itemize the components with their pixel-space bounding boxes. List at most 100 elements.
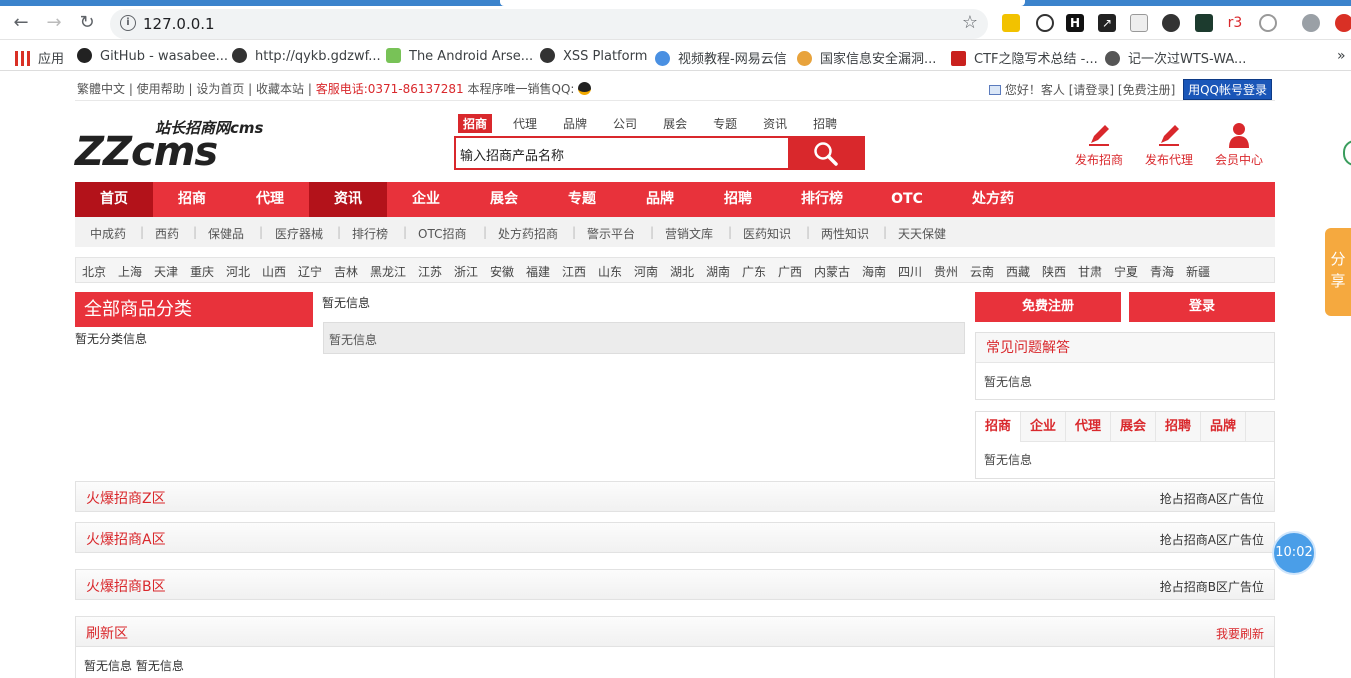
reload-icon[interactable]: ↻: [74, 10, 100, 36]
search-tab-zhaopin[interactable]: 招聘: [808, 114, 842, 133]
member-center-button[interactable]: 会员中心: [1209, 122, 1269, 168]
region-link[interactable]: 湖北: [670, 263, 694, 280]
region-link[interactable]: 山西: [262, 263, 286, 280]
update-icon[interactable]: [1335, 14, 1351, 32]
qq-login-button[interactable]: 用QQ帐号登录: [1183, 79, 1272, 100]
region-link[interactable]: 河南: [634, 263, 658, 280]
search-input[interactable]: 输入招商产品名称: [460, 145, 564, 164]
top-links-text[interactable]: 繁體中文 | 使用帮助 | 设为首页 | 收藏本站 |: [77, 82, 312, 96]
profile-avatar-icon[interactable]: [1302, 14, 1320, 32]
nav-home[interactable]: 首页: [75, 182, 153, 217]
side-widget-edge[interactable]: [1343, 140, 1351, 166]
bookmark-netease[interactable]: 视频教程-网易云信: [655, 48, 787, 67]
translate-icon[interactable]: [1130, 14, 1148, 32]
info-tab[interactable]: 招聘: [1156, 412, 1201, 442]
share-tab[interactable]: 分享: [1325, 228, 1351, 316]
region-link[interactable]: 海南: [862, 263, 886, 280]
bookmarks-overflow-icon[interactable]: »: [1337, 48, 1346, 64]
zone-ad-link[interactable]: 抢占招商A区广告位: [1160, 531, 1264, 548]
subnav-item[interactable]: 营销文库: [665, 225, 713, 242]
subnav-item[interactable]: 保健品: [208, 225, 244, 242]
zone-title[interactable]: 火爆招商Z区: [86, 488, 166, 508]
bookmark-xss[interactable]: XSS Platform: [540, 48, 647, 64]
region-link[interactable]: 浙江: [454, 263, 478, 280]
all-categories-header[interactable]: 全部商品分类: [75, 292, 313, 327]
subnav-item[interactable]: 排行榜: [352, 225, 388, 242]
subnav-item[interactable]: 西药: [155, 225, 179, 242]
nav-daili[interactable]: 代理: [231, 182, 309, 217]
bookmark-vuln[interactable]: 国家信息安全漏洞...: [797, 48, 936, 67]
region-link[interactable]: 辽宁: [298, 263, 322, 280]
info-icon[interactable]: i: [120, 15, 136, 31]
subnav-item[interactable]: OTC招商: [418, 225, 466, 242]
extension-icon[interactable]: [1259, 14, 1277, 32]
nav-chufangyao[interactable]: 处方药: [947, 182, 1039, 217]
search-tab-zhanhui[interactable]: 展会: [658, 114, 692, 133]
region-link[interactable]: 广东: [742, 263, 766, 280]
post-zhaoshang-button[interactable]: 发布招商: [1069, 122, 1129, 168]
bookmark-android[interactable]: The Android Arse...: [386, 48, 533, 64]
login-button[interactable]: 登录: [1129, 292, 1275, 322]
address-bar[interactable]: i 127.0.0.1 ☆: [110, 9, 988, 39]
bookmark-apps[interactable]: 应用: [15, 48, 64, 67]
region-link[interactable]: 福建: [526, 263, 550, 280]
region-link[interactable]: 北京: [82, 263, 106, 280]
info-tab[interactable]: 招商: [976, 412, 1021, 442]
refresh-link[interactable]: 我要刷新: [1216, 625, 1264, 642]
region-link[interactable]: 山东: [598, 263, 622, 280]
extension-icon[interactable]: [1036, 14, 1054, 32]
greeting-text[interactable]: 您好！客人 [请登录] [免费注册]: [1005, 83, 1175, 97]
subnav-item[interactable]: 两性知识: [821, 225, 869, 242]
info-tab[interactable]: 代理: [1066, 412, 1111, 442]
forward-icon[interactable]: →: [41, 10, 67, 36]
nav-zhuanti[interactable]: 专题: [543, 182, 621, 217]
bookmark-star-icon[interactable]: ☆: [962, 12, 978, 33]
active-tab[interactable]: [500, 0, 1025, 6]
subnav-item[interactable]: 中成药: [90, 225, 126, 242]
region-link[interactable]: 四川: [898, 263, 922, 280]
bookmark-wts[interactable]: 记一次过WTS-WA...: [1105, 48, 1246, 67]
region-link[interactable]: 吉林: [334, 263, 358, 280]
nav-otc[interactable]: OTC: [867, 182, 947, 217]
nav-zhaopin[interactable]: 招聘: [699, 182, 777, 217]
site-logo[interactable]: ZZcms 站长招商网cms: [75, 117, 275, 175]
nav-pinpai[interactable]: 品牌: [621, 182, 699, 217]
bookmark-github[interactable]: GitHub - wasabee...: [77, 48, 228, 64]
nav-zixun[interactable]: 资讯: [309, 182, 387, 217]
subnav-item[interactable]: 医药知识: [743, 225, 791, 242]
nav-zhaoshang[interactable]: 招商: [153, 182, 231, 217]
nav-qiye[interactable]: 企业: [387, 182, 465, 217]
region-link[interactable]: 甘肃: [1078, 263, 1102, 280]
region-link[interactable]: 西藏: [1006, 263, 1030, 280]
search-tab-pinpai[interactable]: 品牌: [558, 114, 592, 133]
region-link[interactable]: 湖南: [706, 263, 730, 280]
qq-penguin-icon[interactable]: [578, 82, 592, 95]
extension-icon[interactable]: ↗: [1098, 14, 1116, 32]
subnav-item[interactable]: 处方药招商: [498, 225, 558, 242]
region-link[interactable]: 天津: [154, 263, 178, 280]
zone-ad-link[interactable]: 抢占招商B区广告位: [1160, 578, 1264, 595]
region-link[interactable]: 内蒙古: [814, 263, 850, 280]
region-link[interactable]: 贵州: [934, 263, 958, 280]
region-link[interactable]: 安徽: [490, 263, 514, 280]
register-button[interactable]: 免费注册: [975, 292, 1121, 322]
search-tab-daili[interactable]: 代理: [508, 114, 542, 133]
search-tab-zhuanti[interactable]: 专题: [708, 114, 742, 133]
extension-r3-icon[interactable]: r3: [1226, 14, 1244, 32]
info-tab[interactable]: 品牌: [1201, 412, 1246, 442]
zone-ad-link[interactable]: 抢占招商A区广告位: [1160, 490, 1264, 507]
region-link[interactable]: 江苏: [418, 263, 442, 280]
clock-widget[interactable]: 10:02: [1272, 531, 1316, 575]
region-link[interactable]: 黑龙江: [370, 263, 406, 280]
post-daili-button[interactable]: 发布代理: [1139, 122, 1199, 168]
info-tab[interactable]: 企业: [1021, 412, 1066, 442]
info-tab[interactable]: 展会: [1111, 412, 1156, 442]
subnav-item[interactable]: 警示平台: [587, 225, 635, 242]
region-link[interactable]: 陕西: [1042, 263, 1066, 280]
nav-zhanhui[interactable]: 展会: [465, 182, 543, 217]
nav-paihangbang[interactable]: 排行榜: [777, 182, 867, 217]
zone-title[interactable]: 火爆招商A区: [86, 529, 166, 549]
region-link[interactable]: 上海: [118, 263, 142, 280]
faq-title[interactable]: 常见问题解答: [976, 333, 1274, 363]
zone-title[interactable]: 刷新区: [86, 623, 128, 643]
